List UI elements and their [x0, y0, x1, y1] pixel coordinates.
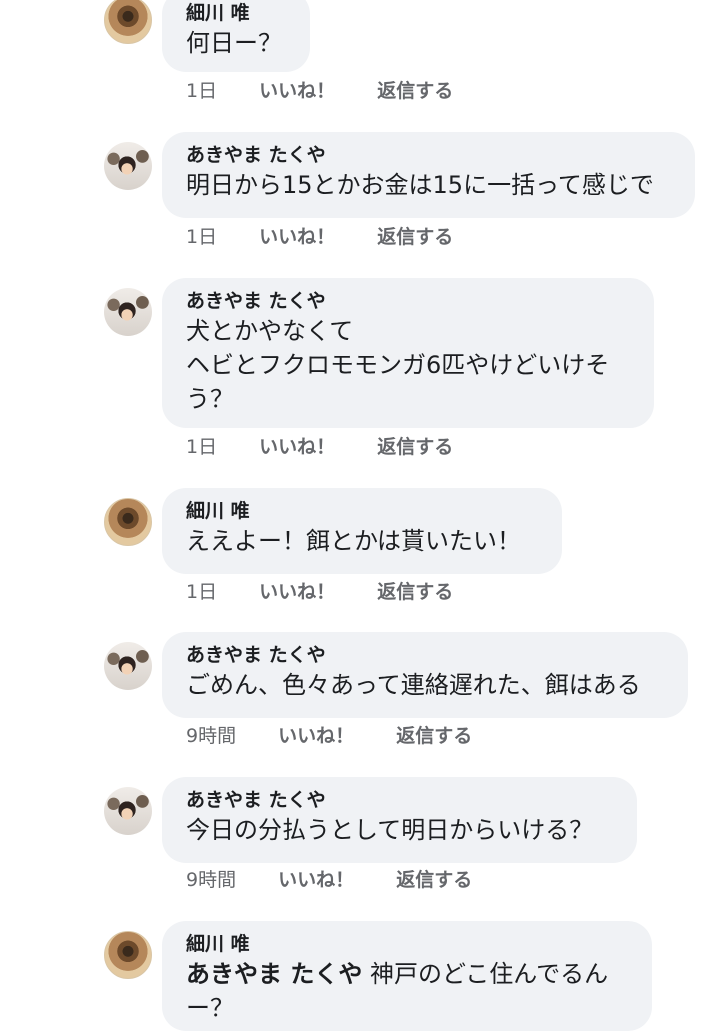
- comment-text: 明日から15とかお金は15に一括って感じで: [186, 171, 654, 199]
- comment-text: 今日の分払うとして明日からいける？: [186, 816, 594, 844]
- comment-meta: 9時間 いいね！ 返信する: [186, 723, 472, 749]
- comment-text: あきやま たくや 神戸のどこ住んでるんー？: [186, 957, 628, 1025]
- avatar[interactable]: [104, 142, 152, 190]
- comment-author[interactable]: あきやま たくや: [186, 288, 630, 314]
- comment-time[interactable]: 1日: [186, 224, 217, 250]
- comment-time[interactable]: 1日: [186, 78, 217, 104]
- comment-author[interactable]: あきやま たくや: [186, 142, 671, 168]
- comment-bubble: あきやま たくや 今日の分払うとして明日からいける？: [162, 777, 637, 863]
- comment-time[interactable]: 1日: [186, 434, 217, 460]
- comment-bubble: あきやま たくや 明日から15とかお金は15に一括って感じで: [162, 132, 695, 218]
- comment-meta: 1日 いいね！ 返信する: [186, 78, 453, 104]
- avatar[interactable]: [104, 931, 152, 979]
- comment-time[interactable]: 1日: [186, 579, 217, 605]
- reply-button[interactable]: 返信する: [377, 434, 453, 460]
- comment-meta: 1日 いいね！ 返信する: [186, 224, 453, 250]
- comment-meta: 1日 いいね！ 返信する: [186, 579, 453, 605]
- reply-button[interactable]: 返信する: [377, 78, 453, 104]
- comment-time[interactable]: 9時間: [186, 867, 236, 893]
- comment-author[interactable]: 細川 唯: [186, 931, 628, 957]
- avatar[interactable]: [104, 288, 152, 336]
- comment-bubble: あきやま たくや 犬とかやなくて ヘビとフクロモモンガ6匹やけどいけそう？: [162, 278, 654, 428]
- like-button[interactable]: いいね！: [278, 867, 354, 893]
- like-button[interactable]: いいね！: [259, 78, 335, 104]
- reply-button[interactable]: 返信する: [396, 723, 472, 749]
- comment-author[interactable]: 細川 唯: [186, 0, 286, 26]
- comment-bubble: 細川 唯 何日ー？: [162, 0, 310, 72]
- comment-author[interactable]: あきやま たくや: [186, 787, 613, 813]
- like-button[interactable]: いいね！: [259, 434, 335, 460]
- comment-time[interactable]: 9時間: [186, 723, 236, 749]
- comment-text: ごめん、色々あって連絡遅れた、餌はある: [186, 671, 641, 699]
- comment-author[interactable]: 細川 唯: [186, 498, 538, 524]
- comment-author[interactable]: あきやま たくや: [186, 642, 664, 668]
- comment-text: 犬とかやなくて ヘビとフクロモモンガ6匹やけどいけそう？: [186, 317, 610, 413]
- like-button[interactable]: いいね！: [278, 723, 354, 749]
- comment-meta: 1日 いいね！ 返信する: [186, 434, 453, 460]
- avatar[interactable]: [104, 498, 152, 546]
- comment-bubble: 細川 唯 ええよー！餌とかは貰いたい！: [162, 488, 562, 574]
- avatar[interactable]: [104, 0, 152, 44]
- comment-text: 何日ー？: [186, 29, 282, 57]
- reply-button[interactable]: 返信する: [377, 224, 453, 250]
- comment-meta: 9時間 いいね！ 返信する: [186, 867, 472, 893]
- reply-button[interactable]: 返信する: [377, 579, 453, 605]
- avatar[interactable]: [104, 642, 152, 690]
- comment-bubble: 細川 唯 あきやま たくや 神戸のどこ住んでるんー？: [162, 921, 652, 1031]
- like-button[interactable]: いいね！: [259, 579, 335, 605]
- reply-button[interactable]: 返信する: [396, 867, 472, 893]
- comment-text: ええよー！餌とかは貰いたい！: [186, 527, 522, 555]
- like-button[interactable]: いいね！: [259, 224, 335, 250]
- comment-bubble: あきやま たくや ごめん、色々あって連絡遅れた、餌はある: [162, 632, 688, 718]
- avatar[interactable]: [104, 787, 152, 835]
- mention-link[interactable]: あきやま たくや: [186, 960, 362, 988]
